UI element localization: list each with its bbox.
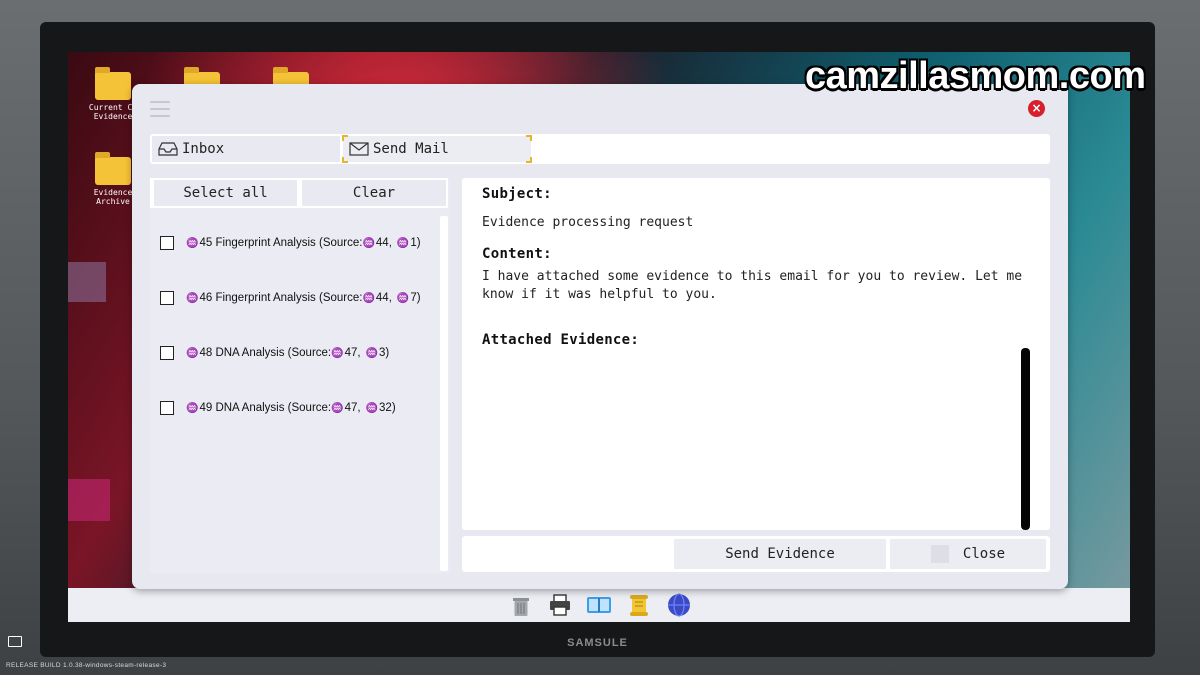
mail-envelope-icon <box>349 142 369 156</box>
evidence-label: 46 Fingerprint Analysis (Source: <box>199 292 363 304</box>
evidence-source-2: 3) <box>379 347 390 359</box>
globe-icon[interactable] <box>666 592 692 618</box>
subject-value: Evidence processing request <box>482 215 694 230</box>
menu-icon[interactable] <box>150 101 170 117</box>
book-icon[interactable] <box>586 592 612 618</box>
deco-square <box>68 479 110 521</box>
evidence-list-panel: Select all Clear ♒ 45 Fingerprint Analys… <box>150 178 450 573</box>
evidence-tag-icon: ♒ <box>365 347 379 359</box>
evidence-checkbox[interactable] <box>160 401 174 415</box>
evidence-list-scrollbar[interactable] <box>440 216 448 571</box>
evidence-source-1: 47, <box>344 347 361 359</box>
folder-icon <box>95 67 131 100</box>
content-label: Content: <box>482 246 552 262</box>
selection-buttons: Select all Clear <box>150 178 448 208</box>
evidence-tag-icon: ♒ <box>362 292 375 304</box>
evidence-tag-icon: ♒ <box>186 347 199 359</box>
tab-label: Send Mail <box>373 141 449 157</box>
evidence-label: 49 DNA Analysis (Source: <box>199 402 332 414</box>
evidence-tag-icon: ♒ <box>186 402 199 414</box>
evidence-tag-icon: ♒ <box>396 237 410 249</box>
evidence-source-2: 7) <box>410 292 421 304</box>
evidence-source-2: 32) <box>379 402 396 414</box>
evidence-source-1: 44, <box>375 237 392 249</box>
evidence-label: 45 Fingerprint Analysis (Source: <box>199 237 363 249</box>
scroll-icon[interactable] <box>626 592 652 618</box>
evidence-tag-icon: ♒ <box>396 292 410 304</box>
evidence-source-1: 47, <box>344 402 361 414</box>
evidence-tag-icon: ♒ <box>331 347 344 359</box>
clear-button[interactable]: Clear <box>302 180 446 206</box>
evidence-checkbox[interactable] <box>160 236 174 250</box>
evidence-tag-icon: ♒ <box>186 237 199 249</box>
folder-icon[interactable] <box>8 636 22 647</box>
close-button[interactable]: Close <box>890 539 1046 569</box>
evidence-item[interactable]: ♒ 48 DNA Analysis (Source: ♒ 47, ♒ 3) <box>160 343 389 363</box>
evidence-checkbox[interactable] <box>160 291 174 305</box>
build-info: RELEASE BUILD 1.0.38-windows-steam-relea… <box>6 662 167 669</box>
compose-panel: Subject: Evidence processing request Con… <box>462 178 1050 530</box>
deco-square <box>68 262 106 302</box>
close-square-icon <box>930 545 949 563</box>
evidence-source-2: 1) <box>410 237 421 249</box>
send-evidence-button[interactable]: Send Evidence <box>674 539 886 569</box>
trash-icon[interactable] <box>508 592 534 618</box>
evidence-tag-icon: ♒ <box>362 237 375 249</box>
mail-window: × Inbox Send Mail Select all Clear ♒ 45 … <box>132 84 1068 589</box>
evidence-item[interactable]: ♒ 49 DNA Analysis (Source: ♒ 47, ♒ 32) <box>160 398 396 418</box>
printer-icon[interactable] <box>547 592 573 618</box>
evidence-tag-icon: ♒ <box>331 402 344 414</box>
evidence-item[interactable]: ♒ 45 Fingerprint Analysis (Source: ♒ 44,… <box>160 233 421 253</box>
content-value: I have attached some evidence to this em… <box>482 269 1023 302</box>
tab-inbox[interactable]: Inbox <box>152 136 340 162</box>
evidence-item[interactable]: ♒ 46 Fingerprint Analysis (Source: ♒ 44,… <box>160 288 421 308</box>
taskbar <box>68 588 1130 622</box>
close-button-label: Close <box>962 546 1006 562</box>
mail-tabs: Inbox Send Mail <box>150 134 1050 164</box>
tab-send-mail[interactable]: Send Mail <box>342 135 532 163</box>
attached-evidence-label: Attached Evidence: <box>482 332 640 348</box>
evidence-tag-icon: ♒ <box>186 292 199 304</box>
evidence-tag-icon: ♒ <box>365 402 379 414</box>
action-bar: Send Evidence Close <box>462 536 1050 572</box>
evidence-label: 48 DNA Analysis (Source: <box>199 347 332 359</box>
tab-label: Inbox <box>182 141 225 157</box>
select-all-button[interactable]: Select all <box>154 180 297 206</box>
evidence-checkbox[interactable] <box>160 346 174 360</box>
monitor-brand: SAMSULE <box>567 637 628 649</box>
evidence-source-1: 44, <box>375 292 392 304</box>
folder-icon <box>95 152 131 185</box>
inbox-icon <box>158 142 178 156</box>
watermark: camzillasmom.com <box>805 55 1146 97</box>
attachments-scrollbar[interactable] <box>1021 348 1030 530</box>
subject-label: Subject: <box>482 186 552 202</box>
window-close-icon[interactable]: × <box>1028 100 1045 117</box>
